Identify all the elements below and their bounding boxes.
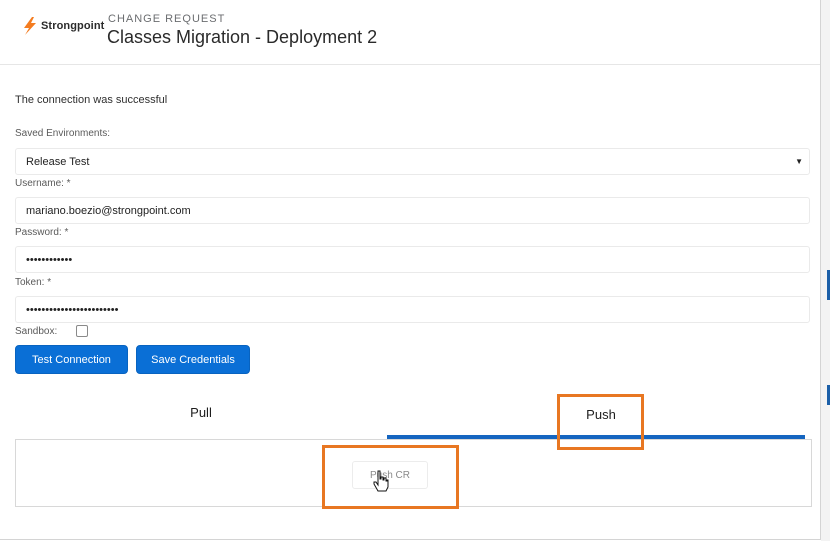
save-credentials-button[interactable]: Save Credentials (136, 345, 250, 374)
sandbox-checkbox[interactable] (76, 325, 88, 337)
push-tab-highlight (557, 394, 644, 450)
page-header: Strongpoint CHANGE REQUEST Classes Migra… (0, 0, 820, 65)
strongpoint-logo: Strongpoint (22, 16, 104, 36)
password-input[interactable]: •••••••••••• (15, 246, 810, 273)
password-label: Password: * (15, 227, 69, 238)
token-input[interactable]: •••••••••••••••••••••••• (15, 296, 810, 323)
connection-status-message: The connection was successful (15, 94, 168, 106)
test-connection-button[interactable]: Test Connection (15, 345, 128, 374)
username-value: mariano.boezio@strongpoint.com (26, 204, 191, 217)
modal-window: Strongpoint CHANGE REQUEST Classes Migra… (0, 0, 821, 540)
dropdown-caret-icon: ▼ (795, 157, 803, 166)
token-value: •••••••••••••••••••••••• (26, 303, 119, 316)
token-label: Token: * (15, 277, 52, 288)
page-title: Classes Migration - Deployment 2 (107, 27, 378, 47)
logo-text: Strongpoint (41, 20, 105, 32)
window-edge (821, 0, 830, 541)
saved-environments-value: Release Test (26, 155, 90, 168)
saved-environments-label: Saved Environments: (15, 128, 111, 139)
saved-environments-select[interactable]: Release Test ▼ (15, 148, 810, 175)
username-input[interactable]: mariano.boezio@strongpoint.com (15, 197, 810, 224)
password-value: •••••••••••• (26, 253, 73, 266)
strongpoint-logo-icon (24, 17, 36, 35)
username-label: Username: * (15, 178, 71, 189)
push-cr-highlight (322, 445, 459, 509)
sandbox-label: Sandbox: (15, 326, 58, 337)
tab-pull[interactable]: Pull (15, 405, 387, 420)
record-type-label: CHANGE REQUEST (108, 13, 226, 25)
